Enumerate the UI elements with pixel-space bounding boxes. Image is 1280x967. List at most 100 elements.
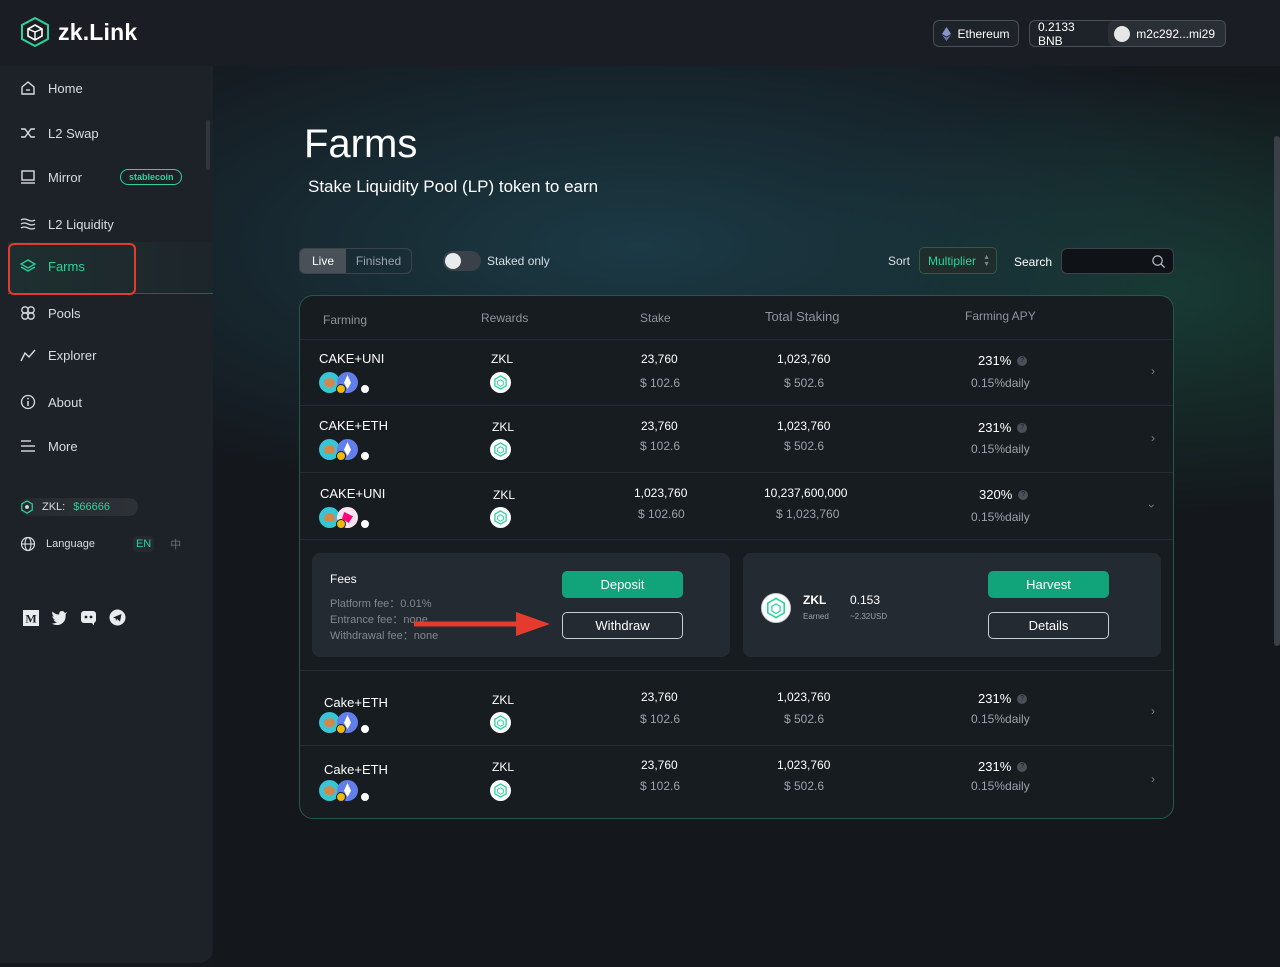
earned-amount: 0.153: [850, 593, 881, 607]
pair-coins: [319, 507, 375, 529]
twitter-icon[interactable]: [51, 609, 68, 626]
sidebar-item-label: About: [48, 394, 82, 410]
page-title: Farms: [304, 122, 418, 166]
logo[interactable]: zk.Link: [20, 16, 137, 48]
live-finished-tabs: Live Finished: [299, 248, 412, 274]
highlight-box: [8, 243, 136, 295]
network-button[interactable]: Ethereum: [933, 20, 1019, 47]
divider: [300, 472, 1173, 473]
network-label: Ethereum: [957, 26, 1010, 41]
stake-value: 1,023,760: [634, 486, 688, 500]
chain-badge-icon: [360, 451, 370, 461]
earned-token: ZKL: [803, 593, 827, 607]
discord-icon[interactable]: [80, 609, 97, 626]
divider: [300, 405, 1173, 406]
sort-caret-icon: ▲ ▼: [983, 254, 990, 268]
help-icon[interactable]: ?: [1017, 761, 1028, 772]
stake-value: 23,760: [641, 352, 678, 366]
sidebar-item-pools[interactable]: Pools: [20, 305, 81, 321]
sidebar-item-label: Explorer: [48, 347, 97, 363]
header-stake: Stake: [640, 311, 671, 325]
chevron-right-icon[interactable]: ›: [1151, 364, 1155, 378]
help-icon[interactable]: ?: [1017, 693, 1028, 704]
social-links: M: [22, 609, 126, 626]
sidebar: Home L2 Swap Mirror stablecoin L2 Liquid…: [0, 66, 213, 963]
wallet-address: m2c292...mi29: [1136, 26, 1215, 41]
avatar: [1114, 25, 1131, 42]
sidebar-item-label: Mirror: [48, 169, 82, 185]
telegram-icon[interactable]: [109, 609, 126, 626]
stake-value: 23,760: [641, 419, 678, 433]
medium-icon[interactable]: M: [22, 609, 39, 626]
header-farming: Farming: [323, 313, 368, 327]
pair-coins: [319, 372, 375, 394]
search-label: Search: [1014, 255, 1053, 269]
logo-text: zk.Link: [58, 18, 138, 45]
pools-icon: [21, 306, 35, 320]
zkl-coin-icon: [490, 780, 511, 801]
help-icon[interactable]: ?: [1017, 355, 1028, 366]
search-input[interactable]: [1061, 248, 1174, 274]
sidebar-item-home[interactable]: Home: [20, 80, 83, 96]
wallet-button[interactable]: 0.2133 BNB m2c292...mi29: [1029, 20, 1226, 48]
total-staking-value: 10,237,600,000: [764, 486, 848, 500]
wallet-address-chip[interactable]: m2c292...mi29: [1108, 21, 1225, 46]
info-icon: [20, 394, 36, 410]
apy-daily: 0.15%daily: [971, 712, 1030, 726]
zkl-coin-icon: [490, 507, 511, 528]
globe-icon: [20, 536, 36, 552]
zkl-label: ZKL:: [42, 501, 66, 513]
apy-text: 231%: [978, 759, 1012, 774]
stake-value: 23,760: [641, 690, 678, 704]
stake-usd: $ 102.6: [640, 712, 681, 726]
platform-fee: Platform fee：0.01%: [330, 598, 432, 610]
withdraw-button[interactable]: Withdraw: [562, 612, 683, 639]
chevron-right-icon[interactable]: ›: [1151, 772, 1155, 786]
deposit-button[interactable]: Deposit: [562, 571, 683, 598]
total-staking-usd: $ 502.6: [784, 779, 825, 793]
help-icon[interactable]: ?: [1017, 422, 1028, 433]
sidebar-item-about[interactable]: About: [20, 394, 82, 410]
chevron-down-icon[interactable]: ›: [1145, 504, 1159, 508]
apy-daily: 0.15%daily: [971, 376, 1030, 390]
pair-name: CAKE+UNI: [320, 486, 386, 501]
header-farming-apy: Farming APY: [965, 309, 1036, 323]
stake-value: 23,760: [641, 758, 678, 772]
page-scrollbar[interactable]: [1274, 136, 1280, 646]
tab-finished[interactable]: Finished: [346, 249, 411, 273]
sidebar-item-more[interactable]: More: [20, 438, 78, 454]
sidebar-item-explorer[interactable]: Explorer: [20, 347, 96, 363]
staked-only-toggle[interactable]: [443, 251, 481, 271]
total-staking-usd: $ 502.6: [784, 376, 825, 390]
language-label: Language: [46, 538, 95, 550]
chevron-right-icon[interactable]: ›: [1151, 431, 1155, 445]
header-rewards: Rewards: [481, 311, 529, 325]
sidebar-item-l2-liquidity[interactable]: L2 Liquidity: [20, 216, 114, 232]
sidebar-item-mirror[interactable]: Mirror stablecoin: [20, 169, 183, 185]
pair-coins: [319, 712, 375, 734]
reward-token: ZKL: [492, 420, 515, 434]
zkl-coin-icon: [761, 593, 791, 623]
chevron-right-icon[interactable]: ›: [1151, 704, 1155, 718]
chain-badge-icon: [360, 519, 370, 529]
sort-select[interactable]: Multiplier ▲ ▼: [919, 247, 997, 274]
pair-coins: [319, 780, 375, 802]
chain-badge-icon: [360, 724, 370, 734]
pair-name: CAKE+UNI: [319, 351, 385, 366]
sidebar-scroll-indicator[interactable]: [206, 120, 210, 170]
divider: [300, 745, 1173, 746]
search-icon: [1152, 255, 1166, 269]
reward-token: ZKL: [492, 693, 515, 707]
divider: [300, 339, 1173, 340]
ethereum-icon: [942, 26, 952, 41]
apy-value: 320%?: [979, 487, 1029, 502]
harvest-button[interactable]: Harvest: [988, 571, 1109, 598]
language-option-zh[interactable]: 中: [170, 536, 181, 552]
sidebar-item-l2-swap[interactable]: L2 Swap: [20, 125, 99, 141]
language-option-en[interactable]: EN: [132, 536, 155, 552]
tab-live[interactable]: Live: [300, 249, 346, 273]
divider: [300, 539, 1173, 540]
toggle-knob: [445, 253, 461, 269]
help-icon[interactable]: ?: [1018, 489, 1029, 500]
details-button[interactable]: Details: [988, 612, 1109, 639]
